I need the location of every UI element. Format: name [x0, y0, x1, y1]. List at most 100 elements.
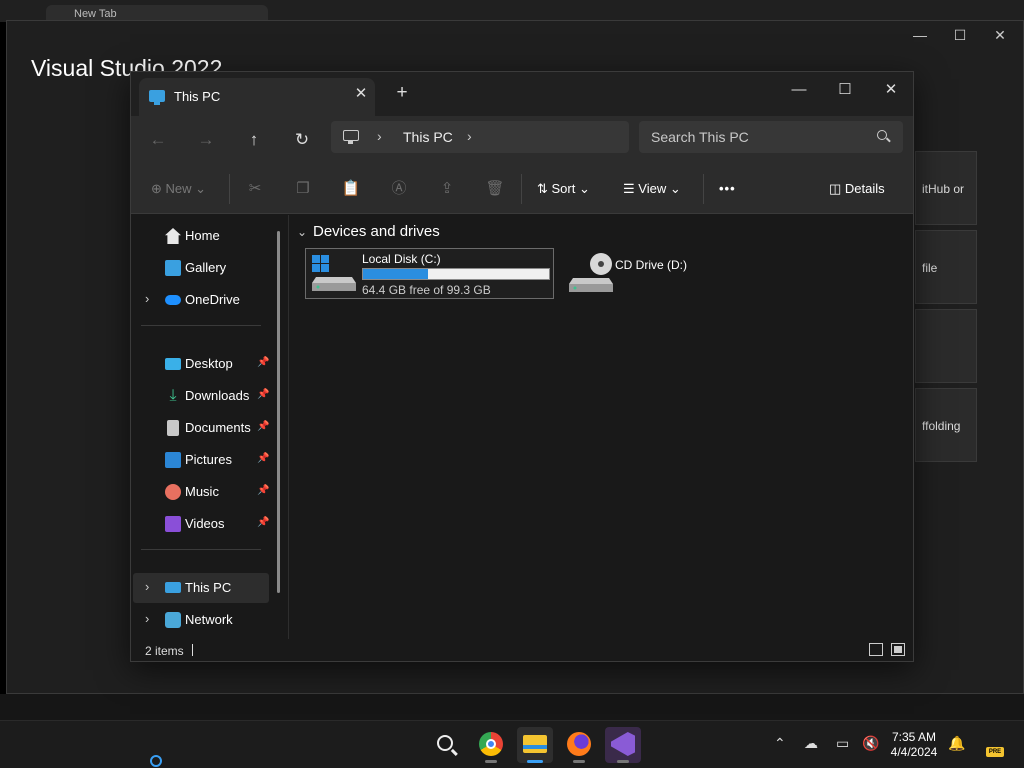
search-icon-handle — [451, 748, 458, 756]
sidebar-item-pictures[interactable]: Pictures 📌 — [133, 445, 269, 475]
sidebar-item-documents[interactable]: Documents 📌 — [133, 413, 269, 443]
vs-start-card-open-project[interactable]: file — [915, 230, 977, 304]
toolbar-divider — [229, 174, 230, 204]
taskbar-clock[interactable]: 7:35 AM 4/4/2024 — [884, 730, 944, 760]
search-input[interactable] — [651, 127, 871, 147]
sidebar-scrollbar[interactable] — [277, 231, 280, 593]
cd-drive-icon — [569, 253, 613, 292]
sidebar-item-onedrive[interactable]: › OneDrive — [133, 285, 269, 315]
volume-tray-icon[interactable]: 🔇 — [862, 735, 879, 752]
details-button[interactable]: ◫ Details — [829, 178, 885, 200]
cut-icon[interactable]: ✂ — [245, 179, 265, 199]
chrome-taskbar-button[interactable] — [473, 727, 509, 763]
sidebar-item-desktop[interactable]: Desktop 📌 — [133, 349, 269, 379]
search-box[interactable] — [639, 121, 903, 153]
new-button[interactable]: ⊕ New ⌄ — [151, 178, 206, 200]
sidebar-item-label: Pictures — [185, 452, 232, 467]
drive-name: CD Drive (D:) — [615, 258, 687, 272]
preview-badge: PRE — [986, 747, 1004, 757]
chevron-right-icon[interactable]: › — [145, 579, 149, 594]
vs-start-card-clone[interactable]: itHub or — [915, 151, 977, 225]
file-explorer-taskbar-button[interactable] — [517, 727, 553, 763]
monitor-icon — [343, 130, 359, 144]
copilot-icon[interactable] — [150, 755, 162, 767]
chevron-right-icon[interactable]: › — [377, 128, 382, 144]
download-icon: ⤓ — [169, 387, 177, 404]
large-icons-view-icon[interactable] — [891, 643, 905, 656]
command-bar: ⊕ New ⌄ ✂ ❐ 📋 Ⓐ ⇪ 🗑 ⇅ Sort ⌄ ☰ View ⌄ ••… — [131, 164, 913, 214]
drive-name: Local Disk (C:) — [362, 252, 441, 266]
clock-time: 7:35 AM — [891, 730, 937, 744]
minimize-button[interactable]: — — [779, 76, 819, 104]
group-header-devices[interactable]: Devices and drives — [313, 223, 440, 240]
firefox-taskbar-button[interactable] — [561, 727, 597, 763]
tab-this-pc[interactable]: This PC ✕ — [139, 78, 375, 116]
sidebar-item-gallery[interactable]: Gallery — [133, 253, 269, 283]
onedrive-tray-icon[interactable]: ☁ — [804, 735, 818, 752]
monitor-icon — [165, 582, 181, 593]
details-view-icon[interactable] — [869, 643, 883, 656]
sidebar-divider — [141, 549, 261, 550]
network-tray-icon[interactable]: ▭ — [836, 735, 849, 752]
back-button[interactable]: ← — [145, 128, 171, 152]
vs-minimize-button[interactable]: — — [905, 27, 935, 43]
drive-usage-bar — [362, 268, 550, 280]
sidebar-item-label: Downloads — [185, 388, 250, 403]
maximize-button[interactable]: ☐ — [825, 76, 865, 104]
close-button[interactable]: ✕ — [871, 76, 911, 104]
sidebar-item-videos[interactable]: Videos 📌 — [133, 509, 269, 539]
vs-start-card-open-folder[interactable] — [915, 309, 977, 383]
paste-icon[interactable]: 📋 — [341, 179, 361, 199]
chevron-right-icon[interactable]: › — [145, 611, 149, 626]
desktop-icon — [165, 358, 181, 370]
sort-button[interactable]: ⇅ Sort ⌄ — [537, 178, 590, 200]
pin-icon: 📌 — [257, 453, 270, 464]
sidebar-item-this-pc[interactable]: › This PC — [133, 573, 269, 603]
explorer-titlebar[interactable]: This PC ✕ + — ☐ ✕ — [131, 72, 913, 116]
share-icon[interactable]: ⇪ — [437, 179, 457, 199]
sidebar-item-downloads[interactable]: ⤓ Downloads 📌 — [133, 381, 269, 411]
notification-bell-icon[interactable]: 🔔 — [948, 735, 965, 752]
view-button[interactable]: ☰ View ⌄ — [623, 178, 681, 200]
background-browser-tab-label: New Tab — [74, 8, 117, 20]
copy-icon[interactable]: ❐ — [293, 179, 313, 199]
tab-close-icon[interactable]: ✕ — [351, 84, 371, 102]
drive-usage-fill — [363, 269, 429, 279]
sidebar-item-label: Desktop — [185, 356, 233, 371]
breadcrumb-this-pc[interactable]: This PC — [403, 129, 453, 145]
search-taskbar-button[interactable] — [429, 727, 465, 763]
chevron-up-icon[interactable]: ⌃ — [774, 735, 786, 752]
cloud-icon — [165, 295, 181, 305]
vs-close-button[interactable]: ✕ — [985, 27, 1015, 44]
more-options-button[interactable]: ••• — [719, 178, 736, 200]
new-tab-button[interactable]: + — [391, 82, 413, 104]
running-indicator — [573, 760, 585, 763]
chevron-down-icon[interactable]: ⌄ — [297, 225, 307, 239]
forward-button[interactable]: → — [193, 128, 219, 152]
sidebar-item-home[interactable]: Home — [133, 221, 269, 251]
delete-icon[interactable]: 🗑 — [485, 179, 505, 199]
refresh-button[interactable]: ↻ — [289, 128, 315, 152]
sidebar-item-label: OneDrive — [185, 292, 240, 307]
drive-tile-c[interactable]: Local Disk (C:) 64.4 GB free of 99.3 GB — [305, 248, 554, 299]
sidebar-item-label: Videos — [185, 516, 225, 531]
running-indicator — [617, 760, 629, 763]
vs-maximize-button[interactable]: ☐ — [945, 27, 975, 44]
sidebar-item-network[interactable]: › Network — [133, 605, 269, 635]
taskbar: ⌃ ☁ ▭ 🔇 7:35 AM 4/4/2024 🔔 PRE — [0, 720, 1024, 768]
chevron-right-icon[interactable]: › — [145, 291, 149, 306]
sidebar-item-label: Home — [185, 228, 220, 243]
drive-tile-d[interactable]: CD Drive (D:) — [565, 248, 715, 299]
toolbar-divider — [521, 174, 522, 204]
background-bottom-bar — [0, 694, 1024, 720]
vs-start-card-new-project[interactable]: ffolding — [915, 388, 977, 462]
running-indicator — [527, 760, 543, 763]
sidebar-item-music[interactable]: Music 📌 — [133, 477, 269, 507]
rename-icon[interactable]: Ⓐ — [389, 179, 409, 199]
visual-studio-taskbar-button[interactable] — [605, 727, 641, 763]
up-button[interactable]: ↑ — [241, 128, 267, 152]
document-icon — [167, 420, 179, 436]
chevron-right-icon[interactable]: › — [467, 128, 472, 144]
status-bar: 2 items — [131, 639, 913, 661]
address-bar[interactable]: › This PC › — [331, 121, 629, 153]
